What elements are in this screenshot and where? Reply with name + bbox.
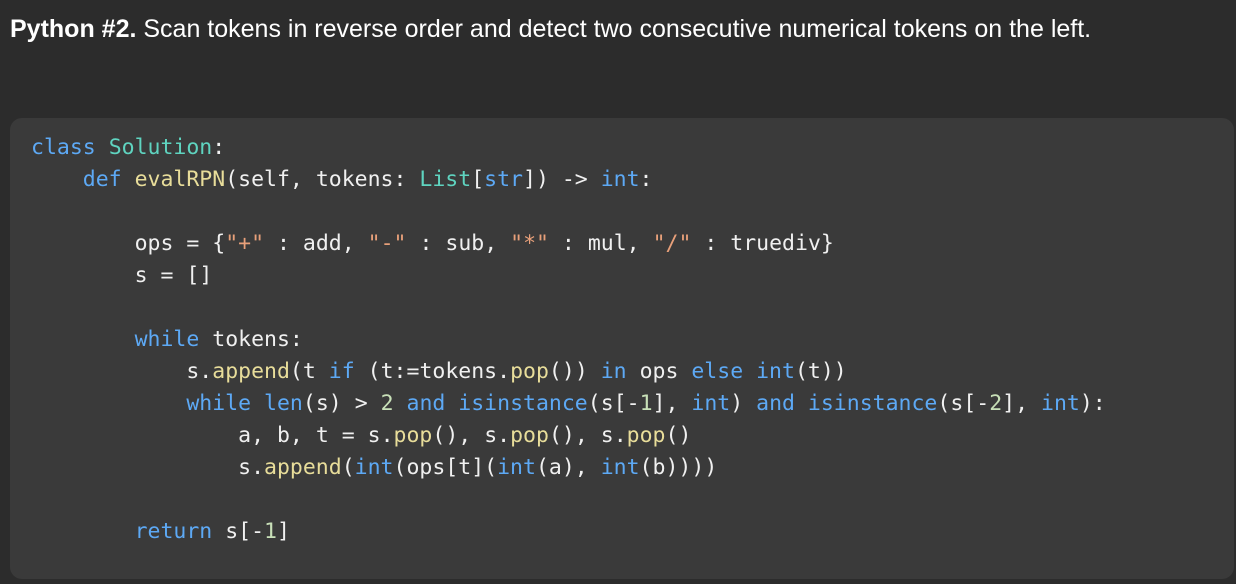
code-content: class Solution: def evalRPN(self, tokens… (31, 132, 1106, 548)
code-line: ops = {"+" : add, "-" : sub, "*" : mul, … (134, 231, 834, 256)
code-line: def evalRPN(self, tokens: List[str]) -> … (82, 167, 653, 192)
code-line: while len(s) > 2 and isinstance(s[-1], i… (186, 391, 1106, 416)
code-block: class Solution: def evalRPN(self, tokens… (10, 118, 1234, 579)
description-heading: Python #2. Scan tokens in reverse order … (10, 10, 1226, 49)
heading-lead: Python #2. (10, 15, 137, 43)
code-line: s = [] (134, 263, 213, 288)
code-line: while tokens: (134, 327, 303, 352)
code-line: s.append(int(ops[t](int(a), int(b)))) (238, 455, 718, 480)
code-line: return s[-1] (134, 519, 290, 544)
code-line: s.append(t if (t:=tokens.pop()) in ops e… (186, 359, 847, 384)
heading-text: Scan tokens in reverse order and detect … (136, 15, 1092, 43)
code-line: a, b, t = s.pop(), s.pop(), s.pop() (238, 423, 692, 448)
code-line: class Solution: (31, 135, 226, 160)
